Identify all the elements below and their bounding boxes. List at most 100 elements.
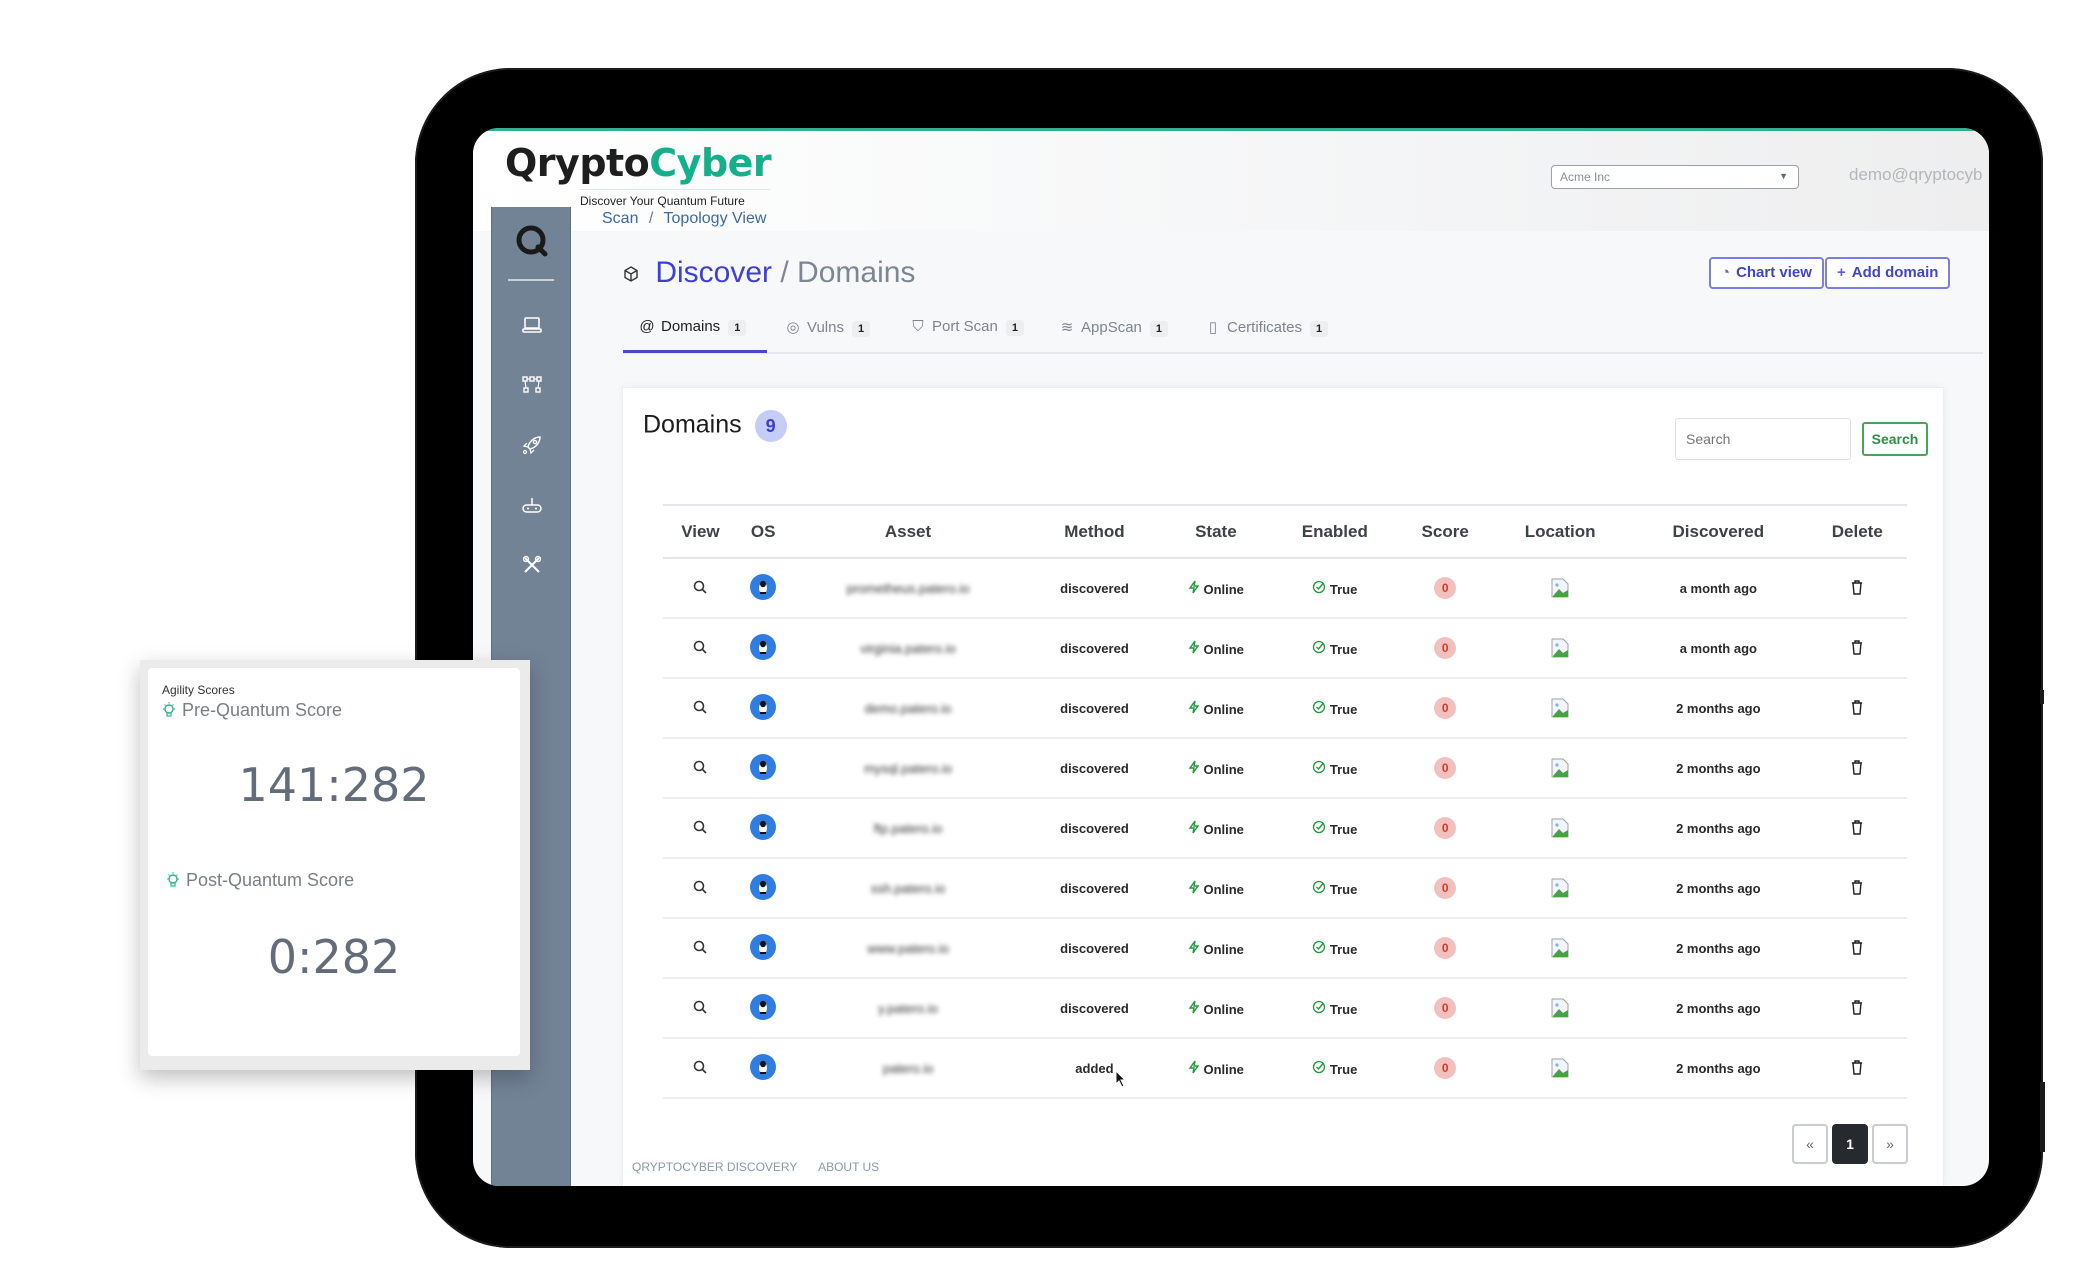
trash-icon[interactable] bbox=[1850, 999, 1864, 1018]
view-search-icon[interactable] bbox=[692, 820, 708, 838]
tab-vulns[interactable]: ◎ Vulns 1 bbox=[785, 318, 871, 337]
view-search-icon[interactable] bbox=[692, 1060, 708, 1078]
method-value: discovered bbox=[1060, 580, 1129, 596]
column-header-enabled[interactable]: Enabled bbox=[1270, 504, 1400, 559]
tab-domains[interactable]: @ Domains 1 bbox=[639, 318, 747, 336]
trash-icon[interactable] bbox=[1850, 819, 1864, 838]
domains-card: Domains 9 Search View OS Asset Method St… bbox=[622, 387, 1944, 1186]
trash-icon[interactable] bbox=[1850, 1059, 1864, 1078]
asset-name[interactable]: patero.io bbox=[883, 1061, 934, 1076]
view-search-icon[interactable] bbox=[692, 940, 708, 958]
view-search-icon[interactable] bbox=[692, 700, 708, 718]
user-email[interactable]: demo@qryptocyb bbox=[1849, 165, 1983, 185]
asset-name[interactable]: www.patero.io bbox=[867, 941, 949, 956]
breadcrumb-scan[interactable]: Scan bbox=[602, 210, 638, 227]
trash-icon[interactable] bbox=[1850, 579, 1864, 598]
domains-title-text: Domains bbox=[643, 410, 742, 439]
view-search-icon[interactable] bbox=[692, 1000, 708, 1018]
state-value: Online bbox=[1203, 761, 1244, 777]
os-cell bbox=[737, 798, 789, 859]
organization-select[interactable]: Acme Inc ▼ bbox=[1551, 165, 1799, 189]
asset-name[interactable]: ftp.patero.io bbox=[874, 821, 943, 836]
tab-appscan[interactable]: ≋ AppScan 1 bbox=[1059, 318, 1169, 337]
add-domain-button[interactable]: + Add domain bbox=[1825, 257, 1951, 289]
footer-link-discovery[interactable]: QRYPTOCYBER DISCOVERY bbox=[632, 1160, 797, 1174]
brand-name-part2: Cyber bbox=[649, 141, 772, 185]
pagination-next[interactable]: » bbox=[1872, 1124, 1908, 1164]
bolt-icon bbox=[1188, 1000, 1200, 1017]
column-header-location[interactable]: Location bbox=[1491, 504, 1630, 559]
pagination-page-1[interactable]: 1 bbox=[1832, 1124, 1868, 1164]
asset-cell: demo.patero.io bbox=[788, 678, 1028, 739]
view-search-icon[interactable] bbox=[692, 640, 708, 658]
asset-cell: prometheus.patero.io bbox=[788, 558, 1028, 619]
chart-view-button[interactable]: ◔ Chart view bbox=[1709, 257, 1824, 289]
trash-icon[interactable] bbox=[1850, 759, 1864, 778]
table-row[interactable]: virginia.patero.io discovered Online True… bbox=[663, 618, 1907, 679]
score-badge: 0 bbox=[1434, 577, 1457, 599]
view-search-icon[interactable] bbox=[692, 880, 708, 898]
column-header-delete[interactable]: Delete bbox=[1807, 504, 1907, 559]
brand-q-icon[interactable] bbox=[514, 223, 550, 259]
view-cell bbox=[663, 1038, 738, 1099]
trash-icon[interactable] bbox=[1850, 699, 1864, 718]
search-input[interactable] bbox=[1675, 418, 1851, 460]
view-search-icon[interactable] bbox=[692, 760, 708, 778]
table-row[interactable]: prometheus.patero.io discovered Online Tr… bbox=[663, 558, 1907, 619]
breadcrumb-topology-view[interactable]: Topology View bbox=[664, 210, 767, 227]
tab-port-scan[interactable]: ⛉ Port Scan 1 bbox=[910, 318, 1024, 336]
delete-cell bbox=[1807, 858, 1907, 919]
column-header-view[interactable]: View bbox=[663, 504, 738, 559]
column-header-state[interactable]: State bbox=[1161, 504, 1271, 559]
table-row[interactable]: demo.patero.io discovered Online True 0 2 m… bbox=[663, 678, 1907, 739]
asset-name[interactable]: mysql.patero.io bbox=[864, 761, 952, 776]
table-row[interactable]: y.patero.io discovered Online True 0 2 mont… bbox=[663, 978, 1907, 1039]
post-quantum-score-value: 0:282 bbox=[267, 930, 401, 984]
trash-icon[interactable] bbox=[1850, 939, 1864, 958]
table-row[interactable]: ssh.patero.io discovered Online True 0 2 mo… bbox=[663, 858, 1907, 919]
gamepad-icon[interactable] bbox=[520, 493, 544, 517]
location-cell bbox=[1491, 678, 1630, 739]
pagination-prev[interactable]: « bbox=[1792, 1124, 1828, 1164]
enabled-value: True bbox=[1329, 1001, 1358, 1017]
tools-icon[interactable] bbox=[520, 553, 544, 577]
search-button[interactable]: Search bbox=[1862, 422, 1928, 456]
tab-certificates[interactable]: ▯ Certificates 1 bbox=[1205, 318, 1329, 337]
os-cell bbox=[737, 858, 789, 919]
lightbulb-icon bbox=[167, 872, 179, 887]
column-header-asset[interactable]: Asset bbox=[788, 504, 1028, 559]
check-circle-icon bbox=[1312, 1060, 1326, 1077]
state-cell: Online bbox=[1161, 618, 1271, 679]
asset-name[interactable]: y.patero.io bbox=[878, 1001, 938, 1016]
table-row[interactable]: mysql.patero.io discovered Online True 0 2 … bbox=[663, 738, 1907, 799]
laptop-icon[interactable] bbox=[520, 313, 544, 337]
state-value: Online bbox=[1203, 821, 1244, 837]
agility-scores-panel: Agility Scores Pre-Quantum Score 141:282… bbox=[140, 660, 530, 1070]
enabled-value: True bbox=[1329, 701, 1358, 717]
brand-logo[interactable]: QryptoCyber bbox=[505, 141, 772, 185]
table-row[interactable]: patero.io added Online True 0 2 months ago bbox=[663, 1038, 1907, 1099]
column-header-score[interactable]: Score bbox=[1399, 504, 1492, 559]
broken-image-icon bbox=[1551, 878, 1569, 898]
linux-os-icon bbox=[750, 573, 777, 603]
score-cell: 0 bbox=[1399, 858, 1492, 919]
table-row[interactable]: ftp.patero.io discovered Online True 0 2 mo… bbox=[663, 798, 1907, 859]
asset-name[interactable]: demo.patero.io bbox=[865, 701, 952, 716]
footer-link-about[interactable]: ABOUT US bbox=[818, 1160, 879, 1174]
asset-name[interactable]: ssh.patero.io bbox=[871, 881, 945, 896]
rocket-icon[interactable] bbox=[520, 433, 544, 457]
asset-name[interactable]: prometheus.patero.io bbox=[847, 581, 970, 596]
network-nodes-icon[interactable] bbox=[520, 373, 544, 397]
column-header-os[interactable]: OS bbox=[737, 504, 789, 559]
column-header-method[interactable]: Method bbox=[1027, 504, 1162, 559]
asset-name[interactable]: virginia.patero.io bbox=[860, 641, 955, 656]
view-search-icon[interactable] bbox=[692, 580, 708, 598]
state-value: Online bbox=[1203, 1001, 1244, 1017]
column-header-discovered[interactable]: Discovered bbox=[1629, 504, 1808, 559]
table-row[interactable]: www.patero.io discovered Online True 0 2 mo… bbox=[663, 918, 1907, 979]
trash-icon[interactable] bbox=[1850, 639, 1864, 658]
trash-icon[interactable] bbox=[1850, 879, 1864, 898]
enabled-value: True bbox=[1329, 1061, 1358, 1077]
title-discover[interactable]: Discover bbox=[655, 256, 772, 289]
view-cell bbox=[663, 738, 738, 799]
